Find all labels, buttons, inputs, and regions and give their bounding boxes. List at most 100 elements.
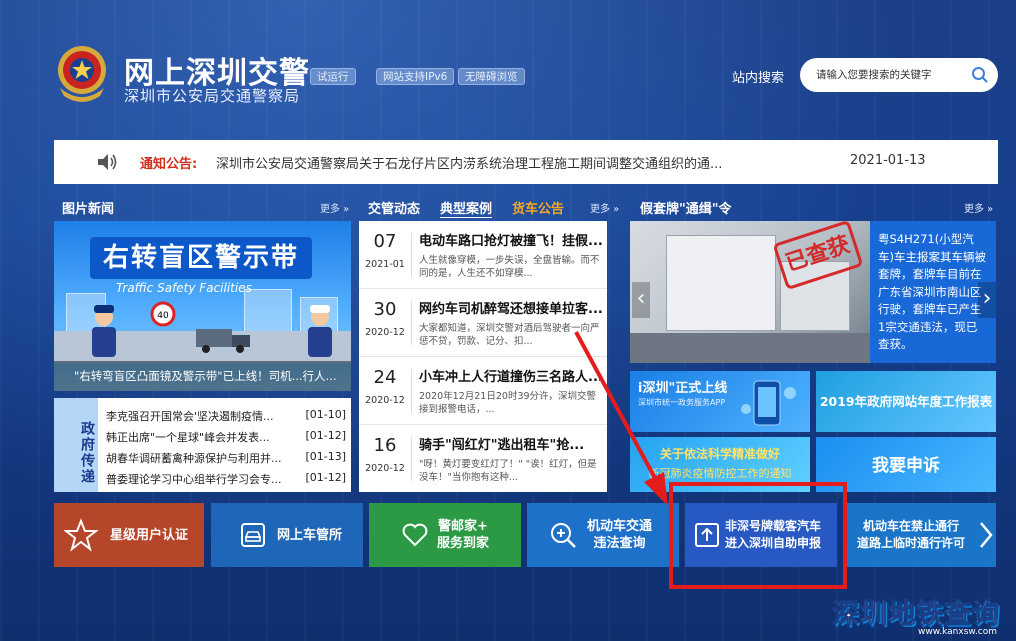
news-title[interactable]: 网约车司机醉驾还想接单拉客... xyxy=(419,298,603,317)
picture-news-more-link[interactable]: 更多 xyxy=(320,200,349,215)
list-item[interactable]: 李克强召开国常会'坚决遏制疫情... [01-10] xyxy=(106,408,346,429)
list-item-title[interactable]: 李克强召开国常会'坚决遏制疫情... xyxy=(106,408,286,424)
news-month: 2020-12 xyxy=(365,327,405,338)
police-officer-icon xyxy=(92,305,116,357)
tile-label: 机动车交通 违法查询 xyxy=(587,519,653,551)
promo-title: 关于依法科学精准做好 xyxy=(659,447,780,461)
news-title[interactable]: 电动车路口抢灯被撞飞！挂假... xyxy=(419,230,603,249)
accessibility-tag[interactable]: 无障碍浏览 xyxy=(458,68,525,85)
truck-icon xyxy=(196,329,250,353)
annotation-highlight-frame xyxy=(669,482,847,589)
police-emblem-icon[interactable] xyxy=(54,44,110,102)
promo-title: i深圳"正式上线 xyxy=(638,381,728,396)
list-item-title[interactable]: 胡春华调研蓄禽种源保护与利用并... xyxy=(106,450,286,466)
trial-tag: 试运行 xyxy=(310,68,356,85)
search-icon xyxy=(551,523,576,548)
svg-text:40: 40 xyxy=(157,311,169,321)
plate-wanted-photo[interactable]: 已查获 xyxy=(630,221,870,363)
watermark-text: 深圳地铁查询 xyxy=(832,599,1000,631)
tab-traffic-news[interactable]: 交管动态 xyxy=(368,198,420,217)
banner-headline: 右转盲区警示带 xyxy=(90,237,312,279)
news-item[interactable]: 16 2020-12 骑手"闯红灯"逃出租车"抢... "呀！黄灯要变红灯了！"… xyxy=(359,425,607,493)
ipv6-tag: 网站支持IPv6 xyxy=(376,68,455,85)
search-box xyxy=(800,58,998,92)
tile-label: 机动车在禁止通行 道路上临时通行许可 xyxy=(857,519,966,550)
news-month: 2020-12 xyxy=(365,463,405,474)
news-month: 2021-01 xyxy=(365,259,405,270)
tab-truck-notice[interactable]: 货车公告 xyxy=(512,198,564,217)
news-more-link[interactable]: 更多 xyxy=(590,200,619,215)
promo-title: 2019年政府网站年度工作报表 xyxy=(819,394,993,409)
news-title[interactable]: 骑手"闯红灯"逃出租车"抢... xyxy=(419,434,603,453)
picture-news-banner[interactable]: 右转盲区警示带 Traffic Safety Facilities 40 "右转… xyxy=(54,221,351,391)
typical-cases-list: 07 2021-01 电动车路口抢灯被撞飞！挂假... 人生就像穿模，一步失误，… xyxy=(359,221,607,492)
tile-label: 星级用户认证 xyxy=(110,527,189,543)
list-item-date: [01-12] xyxy=(305,471,346,484)
list-item-title[interactable]: 韩正出席"一个星球"峰会并发表... xyxy=(106,429,286,445)
divider xyxy=(411,369,412,413)
list-item-date: [01-13] xyxy=(305,450,346,463)
news-day: 07 xyxy=(373,231,397,252)
list-item[interactable]: 韩正出席"一个星球"峰会并发表... [01-12] xyxy=(106,429,346,450)
police-post-home-button[interactable]: 警邮家+ 服务到家 xyxy=(369,503,521,567)
news-month: 2020-12 xyxy=(365,395,405,406)
star-user-auth-button[interactable]: 星级用户认证 xyxy=(54,503,204,567)
news-summary: 大家都知道，深圳交警对酒后驾驶者一向严惩不贷，罚款、记分、扣... xyxy=(419,323,600,347)
speaker-icon xyxy=(98,154,117,170)
search-label: 站内搜索 xyxy=(732,71,785,86)
online-vehicle-office-button[interactable]: 网上车管所 xyxy=(211,503,363,567)
banner-subtitle: Traffic Safety Facilities xyxy=(116,281,252,295)
divider xyxy=(411,301,412,345)
notice-bar: 通知公告: 深圳市公安局交通警察局关于石龙仔片区内涝系统治理工程施工期间调整交通… xyxy=(54,140,998,184)
promo-sub: 深圳市统一政务服务APP xyxy=(638,398,726,407)
site-subtitle: 深圳市公安局交通警察局 xyxy=(124,87,301,105)
news-summary: 2020年12月21日20时39分许，深圳交警接到报警电话，... xyxy=(419,391,597,415)
list-item-title[interactable]: 普委理论学习中心组举行学习会专... xyxy=(106,471,286,487)
tile-label: 警邮家+ 服务到家 xyxy=(437,519,490,551)
plate-more-link[interactable]: 更多 xyxy=(964,200,993,215)
annual-report-promo[interactable]: 2019年政府网站年度工作报表 xyxy=(816,371,996,432)
phone-illustration-icon xyxy=(741,380,796,426)
carousel-next-button[interactable]: › xyxy=(978,282,996,318)
news-item[interactable]: 07 2021-01 电动车路口抢灯被撞飞！挂假... 人生就像穿模，一步失误，… xyxy=(359,221,607,289)
police-officer-icon xyxy=(308,305,332,357)
news-item[interactable]: 30 2020-12 网约车司机醉驾还想接单拉客... 大家都知道，深圳交警对酒… xyxy=(359,289,607,357)
picture-news-title: 图片新闻 xyxy=(62,202,115,217)
chevron-right-icon[interactable] xyxy=(979,521,993,549)
truck-body-shape xyxy=(666,235,776,331)
list-item-date: [01-12] xyxy=(305,429,346,442)
notice-label: 通知公告: xyxy=(140,157,198,172)
watermark-url: www.kanxsw.com xyxy=(918,627,998,637)
plate-wanted-title: 假套牌"通缉"令 xyxy=(640,202,732,217)
news-title[interactable]: 小车冲上人行道撞伤三名路人... xyxy=(419,366,603,385)
temp-pass-permit-button[interactable]: 机动车在禁止通行 道路上临时通行许可 xyxy=(843,503,996,567)
promo-title: 我要申诉 xyxy=(872,456,940,476)
news-day: 24 xyxy=(373,367,397,388)
watermark: 深圳地铁查询 www.kanxsw.com xyxy=(828,592,1016,641)
road-shape xyxy=(630,333,870,363)
search-input[interactable] xyxy=(816,65,966,85)
heart-icon xyxy=(402,523,428,547)
star-icon xyxy=(64,518,98,552)
tab-typical-cases[interactable]: 典型案例 xyxy=(440,198,492,217)
violation-query-button[interactable]: 机动车交通 违法查询 xyxy=(527,503,679,567)
tile-label: 网上车管所 xyxy=(277,527,343,543)
notice-date: 2021-01-13 xyxy=(850,153,926,168)
list-item-date: [01-10] xyxy=(305,408,346,421)
speed-limit-sign-icon: 40 xyxy=(150,301,176,327)
divider xyxy=(411,437,412,481)
car-icon xyxy=(241,523,265,547)
list-item[interactable]: 胡春华调研蓄禽种源保护与利用并... [01-13] xyxy=(106,450,346,471)
search-icon[interactable] xyxy=(971,66,989,84)
gov-policy-side-label: 政府传递 xyxy=(54,398,98,492)
list-item[interactable]: 普委理论学习中心组举行学习会专... [01-12] xyxy=(106,471,346,492)
carousel-prev-button[interactable]: ‹ xyxy=(632,282,650,318)
promo-sub: 新冠肺炎疫情防控工作的通知 xyxy=(648,467,792,480)
news-item[interactable]: 24 2020-12 小车冲上人行道撞伤三名路人... 2020年12月21日2… xyxy=(359,357,607,425)
ishenzhen-promo[interactable]: i深圳"正式上线 深圳市统一政务服务APP xyxy=(630,371,810,432)
gov-policy-panel: 政府传递 李克强召开国常会'坚决遏制疫情... [01-10] 韩正出席"一个星… xyxy=(54,398,351,492)
site-header: 网上深圳交警 深圳市公安局交通警察局 试运行 网站支持IPv6 无障碍浏览 站内… xyxy=(0,0,1016,130)
banner-caption[interactable]: "右转弯盲区凸面镜及警示带"已上线！司机...行人... xyxy=(54,361,351,391)
news-summary: "呀！黄灯要变红灯了！" "诶！红灯，但是没车！"当你抱有这种... xyxy=(419,459,597,483)
notice-text[interactable]: 深圳市公安局交通警察局关于石龙仔片区内涝系统治理工程施工期间调整交通组织的通..… xyxy=(216,153,722,172)
